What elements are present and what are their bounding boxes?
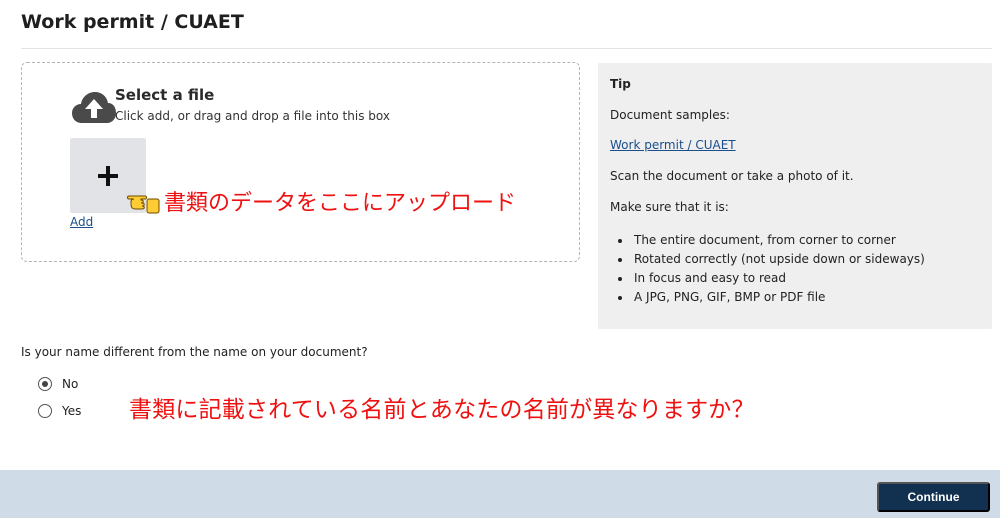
file-dropzone[interactable]: Select a file Click add, or drag and dro… <box>21 62 580 262</box>
radio-label-no: No <box>62 377 79 391</box>
upload-annotation: 書類のデータをここにアップロード <box>164 191 517 216</box>
radio-button-yes[interactable] <box>38 404 52 418</box>
list-item: In focus and easy to read <box>616 269 925 288</box>
checklist: The entire document, from corner to corn… <box>616 231 925 307</box>
list-item: A JPG, PNG, GIF, BMP or PDF file <box>616 288 925 307</box>
select-file-title: Select a file <box>115 86 215 104</box>
radio-no[interactable]: No <box>38 377 78 391</box>
tip-title: Tip <box>610 77 631 91</box>
radio-button-no[interactable] <box>38 377 52 391</box>
list-item: Rotated correctly (not upside down or si… <box>616 250 925 269</box>
radio-yes[interactable]: Yes <box>38 404 81 418</box>
list-item: The entire document, from corner to corn… <box>616 231 925 250</box>
document-samples-label: Document samples: <box>610 108 730 122</box>
make-sure-label: Make sure that it is: <box>610 200 729 214</box>
plus-icon <box>98 165 118 186</box>
sample-link[interactable]: Work permit / CUAET <box>610 138 736 152</box>
page: Work permit / CUAET Select a file Click … <box>0 0 1000 518</box>
footer-bar <box>0 470 1000 518</box>
tip-panel: Tip Document samples: Work permit / CUAE… <box>598 63 992 329</box>
page-title: Work permit / CUAET <box>21 11 244 33</box>
title-divider <box>21 48 992 49</box>
scan-instruction: Scan the document or take a photo of it. <box>610 169 854 183</box>
continue-button[interactable]: Continue <box>877 482 990 512</box>
select-file-hint: Click add, or drag and drop a file into … <box>115 109 390 123</box>
add-file-link[interactable]: Add <box>70 215 93 229</box>
name-annotation: 書類に記載されている名前とあなたの名前が異なりますか？ <box>129 397 755 423</box>
cloud-upload-icon <box>72 92 116 123</box>
pointing-hand-icon <box>127 195 160 214</box>
name-question: Is your name different from the name on … <box>21 345 368 359</box>
radio-label-yes: Yes <box>62 404 82 418</box>
